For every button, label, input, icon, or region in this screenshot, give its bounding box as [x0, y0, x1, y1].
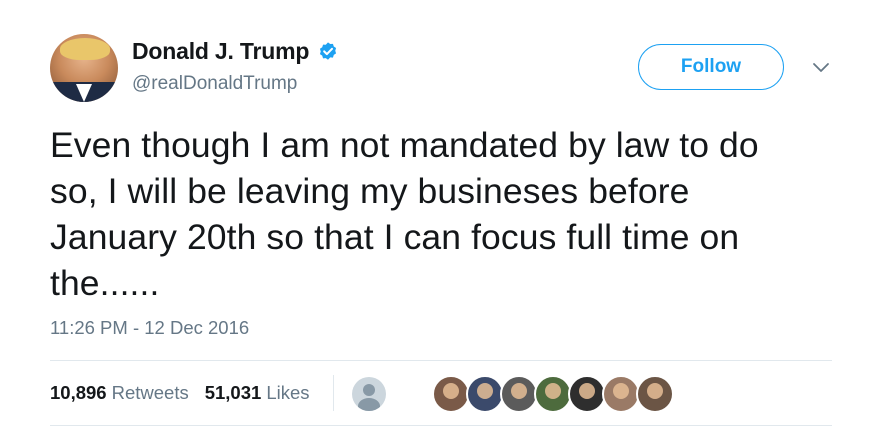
avatar-hair	[60, 38, 110, 60]
tweet-text-line: Even though I am not mandated by law to …	[50, 125, 759, 165]
tweet-stats: 10,896 Retweets 51,031 Likes	[50, 382, 310, 404]
verified-badge-icon	[320, 41, 337, 60]
author-name-row: Donald J. Trump	[132, 38, 339, 65]
liker-avatar[interactable]	[568, 375, 606, 413]
retweets-count[interactable]: 10,896	[50, 382, 107, 404]
stats-separator	[333, 375, 334, 411]
profile-avatar[interactable]	[50, 34, 118, 102]
default-avatar-body	[358, 398, 380, 411]
liker-avatars	[432, 375, 674, 413]
tweet-text-line: January 20th so that I can focus full ti…	[50, 217, 740, 257]
liker-avatar[interactable]	[602, 375, 640, 413]
retweets-label[interactable]: Retweets	[112, 382, 189, 404]
liker-avatar-default[interactable]	[352, 377, 386, 411]
default-avatar-head	[363, 384, 375, 396]
liker-avatar[interactable]	[534, 375, 572, 413]
liker-avatar[interactable]	[636, 375, 674, 413]
divider	[50, 360, 832, 361]
tweet-card: Donald J. Trump @realDonaldTrump Follow …	[0, 0, 874, 432]
likes-label[interactable]: Likes	[266, 382, 309, 404]
tweet-text-line: so, I will be leaving my busineses befor…	[50, 171, 690, 211]
chevron-down-icon[interactable]	[812, 62, 830, 74]
liker-avatar[interactable]	[432, 375, 470, 413]
tweet-timestamp[interactable]: 11:26 PM - 12 Dec 2016	[50, 317, 249, 339]
tweet-text: Even though I am not mandated by law to …	[50, 122, 850, 306]
follow-button[interactable]: Follow	[638, 44, 784, 90]
tweet-text-line: the......	[50, 263, 160, 303]
likes-count[interactable]: 51,031	[205, 382, 262, 404]
liker-avatar[interactable]	[500, 375, 538, 413]
liker-avatar[interactable]	[466, 375, 504, 413]
divider	[50, 425, 832, 426]
user-handle[interactable]: @realDonaldTrump	[132, 73, 297, 95]
display-name[interactable]: Donald J. Trump	[132, 38, 309, 65]
